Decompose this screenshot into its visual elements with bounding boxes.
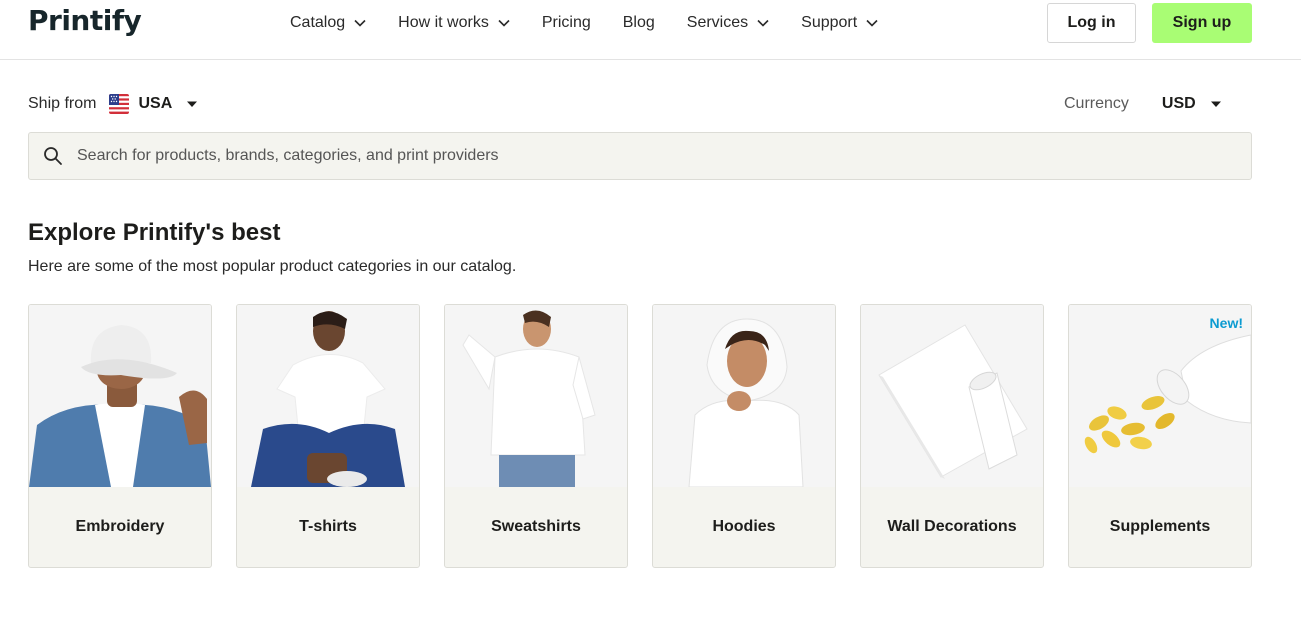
search-icon [43, 146, 63, 166]
nav-blog[interactable]: Blog [623, 14, 655, 32]
printify-logo[interactable]: Printify [28, 4, 142, 37]
main-nav: Catalog How it works Pricing Blog Servic… [290, 13, 878, 33]
currency-value: USD [1161, 95, 1196, 112]
nav-catalog-label: Catalog [290, 14, 346, 31]
section-subtitle: Here are some of the most popular produc… [28, 258, 517, 275]
nav-support-label: Support [801, 14, 858, 31]
category-label-embroidery: Embroidery [75, 518, 165, 535]
nav-support[interactable]: Support [801, 14, 878, 32]
us-flag-icon [109, 94, 130, 114]
nav-pricing-label: Pricing [541, 14, 591, 31]
category-card-wall-decorations[interactable]: Wall Decorations [860, 304, 1044, 568]
currency-label: Currency [1064, 95, 1129, 112]
caret-down-icon [1210, 100, 1222, 108]
category-card-hoodies[interactable]: Hoodies [652, 304, 836, 568]
nav-how-it-works[interactable]: How it works [398, 14, 510, 32]
category-label-supplements: Supplements [1109, 518, 1211, 535]
chevron-down-icon [498, 17, 510, 29]
category-label-sweatshirts: Sweatshirts [491, 518, 581, 535]
new-badge: New! [1209, 315, 1243, 331]
supplements-product-image [1069, 305, 1251, 487]
section-title: Explore Printify's best [28, 219, 281, 246]
caret-down-icon [186, 100, 198, 108]
category-label-tshirts: T-shirts [299, 518, 357, 535]
category-card-sweatshirts[interactable]: Sweatshirts [444, 304, 628, 568]
category-label-hoodies: Hoodies [712, 518, 776, 535]
ship-from-country: USA [138, 95, 173, 112]
category-card-supplements[interactable]: New! Supplements [1068, 304, 1252, 568]
search-input[interactable] [77, 147, 1177, 165]
nav-blog-label: Blog [622, 14, 655, 31]
login-button[interactable]: Log in [1047, 3, 1136, 43]
chevron-down-icon [866, 17, 878, 29]
chevron-down-icon [757, 17, 769, 29]
hoodies-product-image [653, 305, 835, 487]
nav-catalog[interactable]: Catalog [290, 14, 366, 32]
category-label-wall-decorations: Wall Decorations [887, 518, 1017, 535]
top-header: Printify Catalog How it works Pricing Bl… [0, 0, 1301, 60]
nav-pricing[interactable]: Pricing [542, 14, 591, 32]
signup-button[interactable]: Sign up [1152, 3, 1252, 43]
chevron-down-icon [354, 17, 366, 29]
embroidery-product-image [29, 305, 211, 487]
nav-how-it-works-label: How it works [398, 14, 489, 31]
wall-decorations-product-image [861, 305, 1043, 487]
ship-from-label: Ship from [28, 95, 97, 112]
ship-from-selector[interactable]: Ship from USA [28, 92, 198, 116]
catalog-search[interactable] [28, 132, 1252, 180]
nav-services[interactable]: Services [687, 14, 769, 32]
category-card-tshirts[interactable]: T-shirts [236, 304, 420, 568]
category-card-embroidery[interactable]: Embroidery [28, 304, 212, 568]
sweatshirts-product-image [445, 305, 627, 487]
currency-selector[interactable]: Currency USD [1064, 92, 1222, 116]
tshirts-product-image [237, 305, 419, 487]
category-cards: Embroidery T-shirts Sweatshirts Hoodies … [28, 304, 1252, 568]
nav-services-label: Services [686, 14, 749, 31]
